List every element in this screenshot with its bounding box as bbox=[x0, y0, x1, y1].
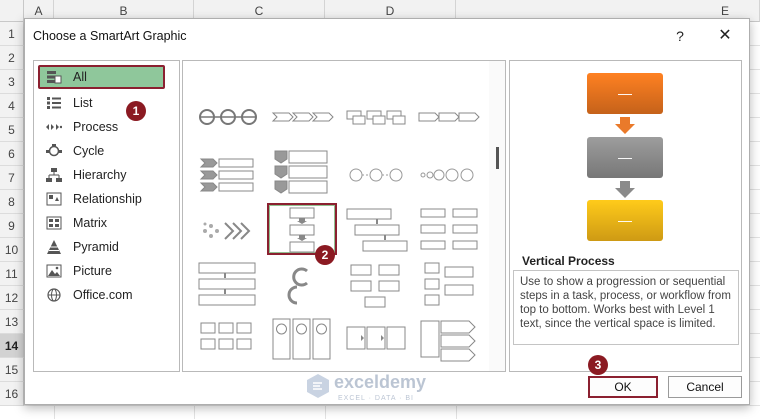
category-label: Office.com bbox=[73, 288, 133, 302]
row-header-8[interactable]: 8 bbox=[0, 190, 24, 214]
category-label: Pyramid bbox=[73, 240, 119, 254]
cycle-icon bbox=[46, 144, 62, 157]
row-header-14[interactable]: 14 bbox=[0, 334, 24, 358]
pyramid-icon bbox=[47, 240, 61, 254]
category-picture[interactable]: Picture bbox=[38, 259, 165, 283]
row-header-1[interactable]: 1 bbox=[0, 22, 24, 46]
category-label: Process bbox=[73, 120, 119, 134]
gallery-scrollbar-thumb[interactable] bbox=[496, 147, 499, 169]
preview-description: Use to show a progression or sequential … bbox=[513, 270, 739, 345]
smartart-dialog: Choose a SmartArt Graphic ? ✕ All List P… bbox=[24, 18, 750, 405]
category-label: Picture bbox=[73, 264, 112, 278]
all-icon bbox=[47, 71, 62, 84]
dialog-title: Choose a SmartArt Graphic bbox=[33, 29, 187, 43]
row-header-13[interactable]: 13 bbox=[0, 310, 24, 334]
category-pyramid[interactable]: Pyramid bbox=[38, 235, 165, 259]
row-header-3[interactable]: 3 bbox=[0, 70, 24, 94]
layout-thumbnail[interactable] bbox=[193, 261, 263, 313]
category-list: All List Process Cycle Hierarchy Relatio… bbox=[33, 60, 180, 372]
preview-arrow-1 bbox=[615, 117, 635, 134]
row-header-6[interactable]: 6 bbox=[0, 142, 24, 166]
preview-panel: — — — Vertical Process Use to show a pro… bbox=[509, 60, 742, 372]
category-label: List bbox=[73, 96, 93, 110]
layout-thumbnail[interactable] bbox=[267, 317, 337, 369]
layout-thumbnail[interactable] bbox=[341, 149, 411, 201]
exceldemy-logo-icon bbox=[307, 374, 329, 398]
layout-thumbnail[interactable] bbox=[415, 261, 485, 313]
row-header-11[interactable]: 11 bbox=[0, 262, 24, 286]
layout-thumbnail[interactable] bbox=[193, 91, 263, 143]
preview-box-2-text: — bbox=[618, 149, 632, 165]
preview-arrow-2 bbox=[615, 181, 635, 198]
category-process[interactable]: Process bbox=[38, 115, 165, 139]
row-header-10[interactable]: 10 bbox=[0, 238, 24, 262]
relationship-icon bbox=[46, 192, 62, 206]
row-header-7[interactable]: 7 bbox=[0, 166, 24, 190]
row-header-5[interactable]: 5 bbox=[0, 118, 24, 142]
layout-thumbnail[interactable] bbox=[415, 149, 485, 201]
category-cycle[interactable]: Cycle bbox=[38, 139, 165, 163]
layout-thumbnail[interactable] bbox=[415, 205, 485, 257]
preview-box-1-text: — bbox=[618, 85, 632, 101]
watermark-name: exceldemy bbox=[334, 372, 427, 392]
close-button[interactable]: ✕ bbox=[709, 24, 741, 48]
vertical-process-preview: — — — bbox=[587, 73, 663, 241]
gallery-scrollbar[interactable] bbox=[489, 61, 505, 371]
picture-icon bbox=[46, 264, 62, 278]
category-hierarchy[interactable]: Hierarchy bbox=[38, 163, 165, 187]
layout-thumbnail[interactable] bbox=[267, 91, 337, 143]
category-relationship[interactable]: Relationship bbox=[38, 187, 165, 211]
row-header-16[interactable]: 16 bbox=[0, 382, 24, 406]
layout-thumbnail[interactable] bbox=[341, 317, 411, 369]
exceldemy-watermark: exceldemy EXCEL · DATA · BI bbox=[306, 371, 466, 411]
globe-icon bbox=[47, 288, 61, 302]
ok-button[interactable]: OK bbox=[588, 376, 658, 398]
layout-thumbnail[interactable] bbox=[341, 261, 411, 313]
layout-thumbnail[interactable] bbox=[415, 91, 485, 143]
category-label: Hierarchy bbox=[73, 168, 127, 182]
list-icon bbox=[47, 97, 61, 109]
watermark-tagline: EXCEL · DATA · BI bbox=[338, 395, 414, 402]
step-badge-1: 1 bbox=[126, 101, 146, 121]
layout-thumbnail[interactable] bbox=[267, 149, 337, 201]
step-badge-2: 2 bbox=[315, 245, 335, 265]
category-all[interactable]: All bbox=[38, 65, 165, 89]
layout-thumbnail[interactable] bbox=[193, 149, 263, 201]
category-label: Matrix bbox=[73, 216, 108, 230]
cancel-button[interactable]: Cancel bbox=[668, 376, 742, 398]
matrix-icon bbox=[46, 216, 62, 230]
layout-thumbnail[interactable] bbox=[415, 317, 485, 369]
category-matrix[interactable]: Matrix bbox=[38, 211, 165, 235]
layout-thumbnail[interactable] bbox=[341, 205, 411, 257]
layout-thumbnail[interactable] bbox=[341, 91, 411, 143]
step-badge-3: 3 bbox=[588, 355, 608, 375]
hierarchy-icon bbox=[46, 168, 62, 182]
help-button[interactable]: ? bbox=[665, 24, 695, 48]
preview-box-3-text: — bbox=[618, 212, 632, 228]
category-office-com[interactable]: Office.com bbox=[38, 283, 165, 307]
layout-thumbnail[interactable] bbox=[267, 261, 337, 313]
row-header-15[interactable]: 15 bbox=[0, 358, 24, 382]
layout-gallery bbox=[182, 60, 506, 372]
row-header-4[interactable]: 4 bbox=[0, 94, 24, 118]
layout-thumbnail[interactable] bbox=[193, 205, 263, 257]
row-header-2[interactable]: 2 bbox=[0, 46, 24, 70]
row-header-12[interactable]: 12 bbox=[0, 286, 24, 310]
category-label: Cycle bbox=[73, 144, 105, 158]
preview-title: Vertical Process bbox=[522, 254, 615, 268]
category-label: All bbox=[73, 70, 87, 84]
category-label: Relationship bbox=[73, 192, 142, 206]
process-icon bbox=[46, 124, 62, 130]
layout-thumbnail[interactable] bbox=[193, 317, 263, 369]
select-all-corner[interactable] bbox=[0, 0, 24, 22]
row-header-9[interactable]: 9 bbox=[0, 214, 24, 238]
